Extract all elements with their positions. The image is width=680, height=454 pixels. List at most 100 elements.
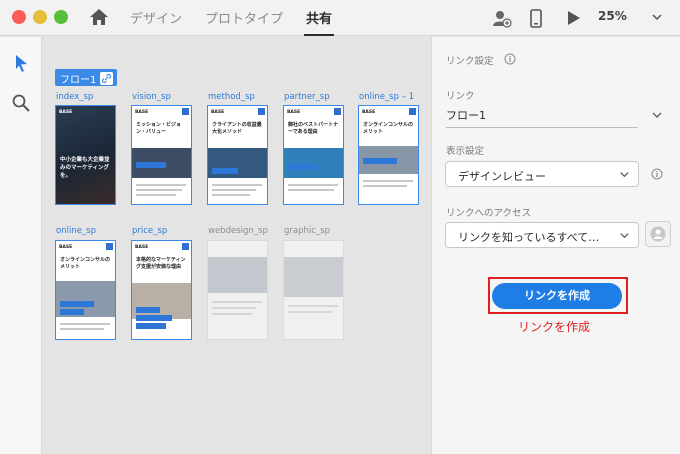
- board-title: クライアントの収益最大化メソッド: [212, 122, 262, 135]
- board-pill: [363, 158, 397, 164]
- link-access-dropdown[interactable]: リンクを知っているすべて…: [445, 222, 639, 248]
- board-text-line: [136, 189, 182, 191]
- link-icon[interactable]: [100, 72, 114, 85]
- board-hero-image: [56, 106, 115, 204]
- artboard-graphic[interactable]: [283, 240, 344, 340]
- board-label-online-1: online_sp – 1: [359, 92, 415, 102]
- user-icon: [650, 226, 666, 242]
- board-pill: [136, 162, 166, 168]
- board-menu-mark: [409, 108, 416, 115]
- board-pill: [288, 164, 318, 170]
- close-window-button[interactable]: [12, 10, 26, 24]
- annotation-caption: リンクを作成: [518, 320, 591, 334]
- board-menu-mark: [258, 108, 265, 115]
- tab-share[interactable]: 共有: [303, 8, 335, 36]
- board-menu-mark: [182, 243, 189, 250]
- board-pill: [136, 315, 172, 321]
- artboard-online-1[interactable]: BASE オンラインコンサルのメリット: [358, 105, 419, 205]
- chevron-down-icon: [620, 233, 629, 239]
- board-logo: BASE: [135, 245, 149, 250]
- flow-tag[interactable]: フロー1: [55, 69, 118, 86]
- board-image: [208, 257, 267, 293]
- phone-icon[interactable]: [525, 7, 547, 29]
- link-label: リンク: [446, 91, 475, 102]
- create-link-button[interactable]: リンクを作成: [492, 283, 622, 309]
- display-setting-dropdown[interactable]: デザインレビュー: [445, 161, 639, 187]
- display-settings-label: 表示設定: [446, 146, 485, 157]
- chevron-down-icon: [620, 172, 629, 178]
- board-pill: [60, 301, 94, 307]
- artboard-vision[interactable]: BASE ミッション・ビジョン・バリュー: [131, 105, 192, 205]
- board-pill: [136, 307, 160, 313]
- invite-user-button[interactable]: [645, 221, 671, 247]
- board-pill: [136, 323, 166, 329]
- chevron-down-icon[interactable]: [651, 109, 663, 121]
- board-label-price: price_sp: [132, 226, 168, 236]
- board-text-line: [288, 305, 338, 307]
- minimize-window-button[interactable]: [33, 10, 47, 24]
- link-select-underline: [446, 127, 638, 128]
- info-icon[interactable]: [651, 168, 663, 180]
- board-logo: BASE: [287, 110, 301, 115]
- board-hero-text: 中小企業も大企業並みのマーケティングを。: [60, 157, 110, 179]
- home-icon[interactable]: [88, 6, 110, 28]
- board-menu-mark: [106, 243, 113, 250]
- board-text-line: [212, 189, 256, 191]
- artboard-webdesign[interactable]: [207, 240, 268, 340]
- info-icon[interactable]: [504, 53, 516, 65]
- display-setting-value: デザインレビュー: [458, 170, 546, 183]
- artboard-online[interactable]: BASE オンラインコンサルのメリット: [55, 240, 116, 340]
- board-pill: [60, 309, 84, 315]
- board-label-index: index_sp: [56, 92, 94, 102]
- board-label-online: online_sp: [56, 226, 97, 236]
- board-title: 本格的なマーケティング支援が安価な理由: [136, 257, 186, 270]
- play-icon[interactable]: [562, 7, 584, 29]
- board-text-line: [363, 180, 413, 182]
- board-image: [284, 257, 343, 297]
- artboard-canvas[interactable]: フロー1 index_sp vision_sp method_sp partne…: [42, 37, 431, 454]
- board-text-line: [212, 307, 256, 309]
- maximize-window-button[interactable]: [54, 10, 68, 24]
- chevron-down-icon[interactable]: [650, 10, 664, 24]
- board-text-line: [288, 311, 332, 313]
- left-toolbar: [0, 37, 42, 454]
- tab-design[interactable]: デザイン: [130, 8, 182, 36]
- board-pill: [212, 168, 238, 174]
- board-title: ミッション・ビジョン・バリュー: [136, 122, 182, 135]
- board-title: オンラインコンサルのメリット: [60, 257, 111, 270]
- board-label-graphic: graphic_sp: [284, 226, 330, 236]
- board-text-line: [60, 328, 104, 330]
- tab-prototype[interactable]: プロトタイプ: [205, 8, 283, 36]
- board-label-partner: partner_sp: [284, 92, 330, 102]
- artboard-partner[interactable]: BASE 御社のベストパートナーである理由: [283, 105, 344, 205]
- board-title: 御社のベストパートナーである理由: [288, 122, 339, 135]
- board-text-line: [212, 194, 250, 196]
- board-menu-mark: [334, 108, 341, 115]
- board-text-line: [136, 184, 186, 186]
- board-label-vision: vision_sp: [132, 92, 171, 102]
- board-image: [132, 283, 191, 319]
- board-logo: BASE: [135, 110, 149, 115]
- board-label-method: method_sp: [208, 92, 255, 102]
- board-text-line: [212, 184, 262, 186]
- zoom-level[interactable]: 25%: [598, 9, 627, 23]
- board-label-webdesign: webdesign_sp: [208, 226, 268, 236]
- artboard-price[interactable]: BASE 本格的なマーケティング支援が安価な理由: [131, 240, 192, 340]
- board-text-line: [212, 313, 252, 315]
- title-bar: デザイン プロトタイプ 共有 25%: [0, 0, 680, 36]
- link-access-label: リンクへのアクセス: [446, 208, 532, 219]
- board-text-line: [212, 301, 262, 303]
- artboard-method[interactable]: BASE クライアントの収益最大化メソッド: [207, 105, 268, 205]
- artboard-index[interactable]: BASE 中小企業も大企業並みのマーケティングを。: [55, 105, 116, 205]
- board-text-line: [60, 323, 110, 325]
- search-icon[interactable]: [11, 93, 31, 113]
- board-text-line: [288, 189, 334, 191]
- link-flow-select[interactable]: フロー1: [446, 107, 486, 123]
- board-text-line: [136, 194, 176, 196]
- flow-tag-label: フロー1: [60, 75, 97, 86]
- board-title: オンラインコンサルのメリット: [363, 122, 414, 135]
- select-arrow-icon[interactable]: [11, 53, 31, 73]
- add-user-icon[interactable]: [490, 7, 512, 29]
- board-logo: BASE: [59, 110, 73, 115]
- board-logo: BASE: [362, 110, 376, 115]
